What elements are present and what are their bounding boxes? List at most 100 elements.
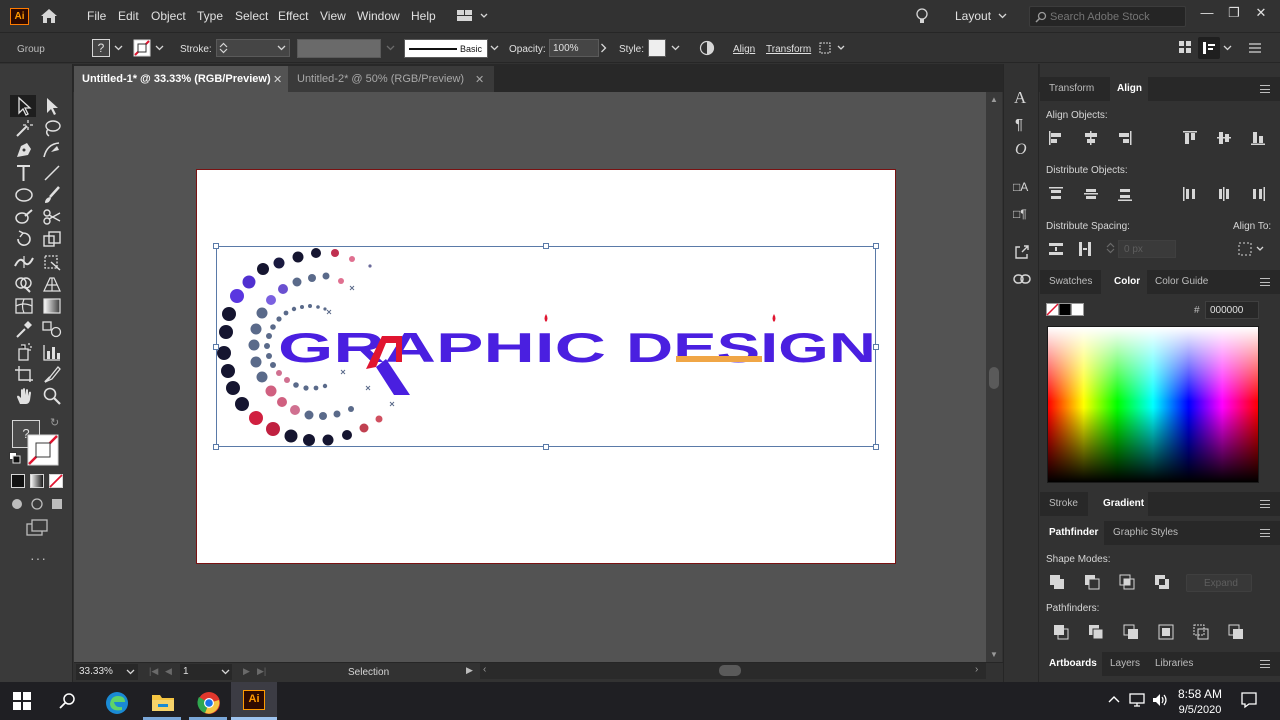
taskbar-file-explorer[interactable] (139, 684, 185, 720)
screen-mode-icon[interactable] (26, 519, 48, 537)
menu-view[interactable]: View (320, 9, 346, 23)
zoom-field[interactable]: 33.33% (76, 664, 138, 680)
links-icon[interactable] (1013, 273, 1031, 285)
menu-edit[interactable]: Edit (118, 9, 139, 23)
resize-handle[interactable] (213, 243, 219, 249)
stroke-swatch[interactable] (133, 39, 151, 57)
tab-align[interactable]: Align (1117, 83, 1142, 94)
arrange-panel-icon[interactable] (1179, 41, 1191, 53)
tab-graphic-styles[interactable]: Graphic Styles (1113, 527, 1178, 538)
gradient-mode-button[interactable] (30, 474, 44, 488)
selection-bounding-box[interactable] (216, 246, 876, 447)
pen-tool-icon[interactable] (13, 140, 35, 160)
opacity-field[interactable]: 100% (549, 39, 599, 57)
chevron-down-icon[interactable] (998, 13, 1007, 19)
chevron-down-icon[interactable] (1223, 45, 1232, 51)
blend-tool-icon[interactable] (41, 319, 63, 339)
close-button[interactable]: ✕ (1250, 4, 1272, 24)
windows-start-icon[interactable] (13, 692, 31, 710)
workspace-switcher[interactable]: Layout (955, 9, 991, 23)
chevron-down-icon[interactable] (155, 45, 164, 51)
taskbar-clock-time[interactable]: 8:58 AM (1170, 687, 1230, 701)
search-icon[interactable] (59, 692, 77, 710)
resize-handle[interactable] (873, 344, 879, 350)
export-icon[interactable] (1014, 244, 1030, 260)
vertical-scroll-thumb[interactable] (989, 367, 999, 389)
tab-color-guide[interactable]: Color Guide (1155, 276, 1208, 287)
graphic-style-swatch[interactable] (648, 39, 666, 57)
paintbrush-tool-icon[interactable] (41, 185, 63, 205)
arrange-documents-icon[interactable] (456, 9, 490, 23)
ellipse-tool-icon[interactable] (13, 185, 35, 205)
search-input[interactable] (1050, 9, 1180, 24)
color-spectrum[interactable] (1047, 326, 1259, 483)
horizontal-scroll-thumb[interactable] (719, 665, 741, 676)
character-styles-icon[interactable]: □A (1013, 180, 1028, 194)
taskbar-clock-date[interactable]: 9/5/2020 (1170, 704, 1230, 716)
paragraph-styles-icon[interactable]: □¶ (1013, 207, 1027, 221)
scroll-down-icon[interactable]: ▼ (990, 650, 998, 659)
status-menu-icon[interactable]: ▶ (466, 665, 473, 676)
magic-wand-tool-icon[interactable] (13, 118, 35, 138)
symbol-sprayer-tool-icon[interactable] (13, 342, 35, 362)
taskbar-illustrator[interactable]: Ai (231, 682, 277, 720)
width-tool-icon[interactable] (13, 252, 35, 272)
taskbar-chrome[interactable] (185, 684, 231, 720)
tab-untitled-1[interactable]: Untitled-1* @ 33.33% (RGB/Preview) ✕ (74, 66, 288, 92)
rotate-tool-icon[interactable] (13, 229, 35, 249)
menu-type[interactable]: Type (197, 9, 223, 23)
expand-button[interactable]: Expand (1186, 574, 1252, 592)
scissors-tool-icon[interactable] (41, 207, 63, 227)
menu-effect[interactable]: Effect (278, 9, 308, 23)
resize-handle[interactable] (543, 243, 549, 249)
type-tool-icon[interactable] (13, 163, 35, 183)
menu-select[interactable]: Select (235, 9, 268, 23)
chevron-down-icon[interactable] (671, 45, 680, 51)
none-mode-button[interactable] (49, 474, 63, 488)
tab-color[interactable]: Color (1114, 276, 1140, 287)
gradient-tool-icon[interactable] (41, 296, 63, 316)
menu-help[interactable]: Help (411, 9, 436, 23)
column-graph-tool-icon[interactable] (41, 342, 63, 362)
align-to-selector-icon[interactable] (1238, 242, 1266, 256)
curvature-tool-icon[interactable] (41, 140, 63, 160)
tab-untitled-2[interactable]: Untitled-2* @ 50% (RGB/Preview) ✕ (288, 66, 494, 92)
tab-libraries[interactable]: Libraries (1155, 658, 1193, 669)
home-icon[interactable] (39, 7, 59, 25)
mesh-tool-icon[interactable] (13, 296, 35, 316)
slice-tool-icon[interactable] (41, 364, 63, 384)
panel-menu-icon[interactable] (1260, 660, 1270, 668)
tab-transform[interactable]: Transform (1049, 83, 1094, 94)
resize-handle[interactable] (213, 444, 219, 450)
eyedropper-tool-icon[interactable] (13, 319, 35, 339)
opentype-panel-icon[interactable]: O (1015, 141, 1027, 159)
shape-modes-icons[interactable] (1049, 574, 1173, 590)
paragraph-panel-icon[interactable]: ¶ (1015, 116, 1023, 133)
minimize-button[interactable]: — (1196, 4, 1218, 24)
fill-swatch[interactable]: ? (92, 39, 110, 57)
chevron-down-icon[interactable] (490, 45, 499, 51)
next-artboard-icon[interactable]: ▶ (243, 666, 250, 677)
notifications-icon[interactable] (1240, 691, 1258, 709)
restore-button[interactable]: ❐ (1223, 4, 1245, 24)
character-panel-icon[interactable]: A (1014, 88, 1026, 108)
free-transform-tool-icon[interactable] (41, 252, 63, 272)
align-objects-icons[interactable] (1048, 130, 1272, 146)
menu-object[interactable]: Object (151, 9, 186, 23)
recolor-artwork-icon[interactable] (699, 40, 715, 56)
chevron-right-icon[interactable] (600, 43, 607, 53)
chevron-down-icon[interactable] (114, 45, 123, 51)
properties-toggle[interactable] (1198, 37, 1220, 59)
resize-handle[interactable] (873, 243, 879, 249)
stock-search-field[interactable] (1029, 6, 1186, 27)
align-link[interactable]: Align (733, 44, 755, 55)
pathfinder-icons[interactable] (1053, 624, 1245, 640)
control-bar-menu-icon[interactable] (1249, 43, 1261, 53)
tab-gradient[interactable]: Gradient (1103, 498, 1144, 509)
transform-link[interactable]: Transform (766, 44, 811, 55)
direct-selection-tool-icon[interactable] (41, 96, 63, 116)
tab-stroke[interactable]: Stroke (1049, 498, 1078, 509)
lightbulb-icon[interactable] (915, 7, 929, 25)
shaper-tool-icon[interactable] (13, 207, 35, 227)
selection-tool-icon[interactable] (13, 96, 35, 116)
